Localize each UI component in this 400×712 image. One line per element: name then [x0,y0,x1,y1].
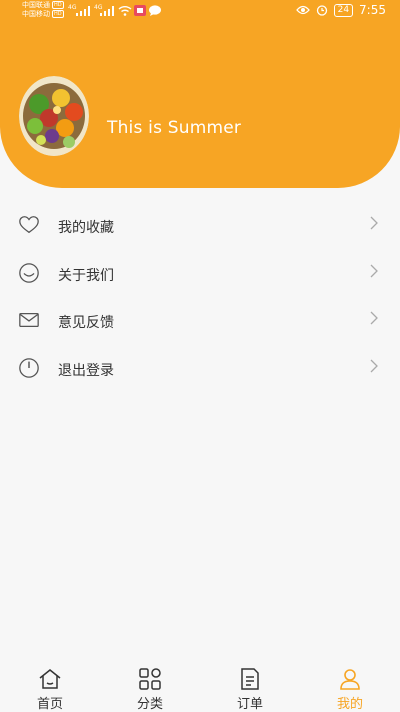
power-icon [19,357,39,378]
carrier-info: 中国联通 HD 中国移动 HD [22,1,64,19]
home-icon [39,669,61,689]
menu-item-logout[interactable]: 退出登录 [0,345,400,393]
network-type-label: 4G [94,4,103,11]
status-bar: 中国联通 HD 中国移动 HD 4G 4G 24 7:55 [0,0,400,22]
alarm-icon [316,5,327,16]
menu-item-favorites[interactable]: 我的收藏 [0,202,400,250]
wifi-icon [118,6,132,16]
profile-username: This is Summer [107,118,242,138]
carrier-secondary: 中国移动 [22,10,50,18]
tab-orders[interactable]: 订单 [210,661,290,712]
hd-badge: HD [52,1,64,9]
menu-item-label: 退出登录 [58,362,114,379]
order-icon [241,668,259,690]
chevron-right-icon [370,216,378,230]
bottom-tab-bar: 首页 分类 订单 我的 [0,661,400,712]
heart-icon [19,216,39,234]
menu-item-label: 我的收藏 [58,220,114,236]
battery-level: 24 [333,3,354,17]
menu-item-feedback[interactable]: 意见反馈 [0,297,400,345]
hd-badge: HD [52,10,64,18]
clock-time: 7:55 [359,3,386,17]
menu-item-label: 关于我们 [58,267,114,284]
tab-label: 首页 [36,697,63,712]
category-icon [139,668,161,690]
tab-label: 订单 [236,697,263,712]
signal-icon [76,6,90,16]
tab-label: 我的 [336,697,363,712]
profile-menu: 我的收藏 关于我们 意见反馈 退出登录 [0,202,400,392]
tab-home[interactable]: 首页 [10,661,90,712]
carrier-primary: 中国联通 [22,1,50,9]
fruit-bowl-avatar[interactable] [19,76,89,156]
smile-icon [19,262,39,283]
app-notification-icon [134,5,146,16]
chevron-right-icon [370,359,378,372]
tab-category[interactable]: 分类 [110,661,190,712]
network-type-label: 4G [68,4,77,11]
menu-item-about[interactable]: 关于我们 [0,250,400,298]
chevron-right-icon [370,311,378,325]
tab-mine[interactable]: 我的 [310,661,390,712]
mail-icon [19,312,39,328]
message-bubble-icon [149,5,161,16]
profile-header: This is Summer [0,22,400,188]
menu-item-label: 意见反馈 [58,315,114,331]
user-icon [340,669,360,690]
eye-icon [295,5,310,15]
tab-label: 分类 [136,697,163,712]
chevron-right-icon [370,264,378,277]
